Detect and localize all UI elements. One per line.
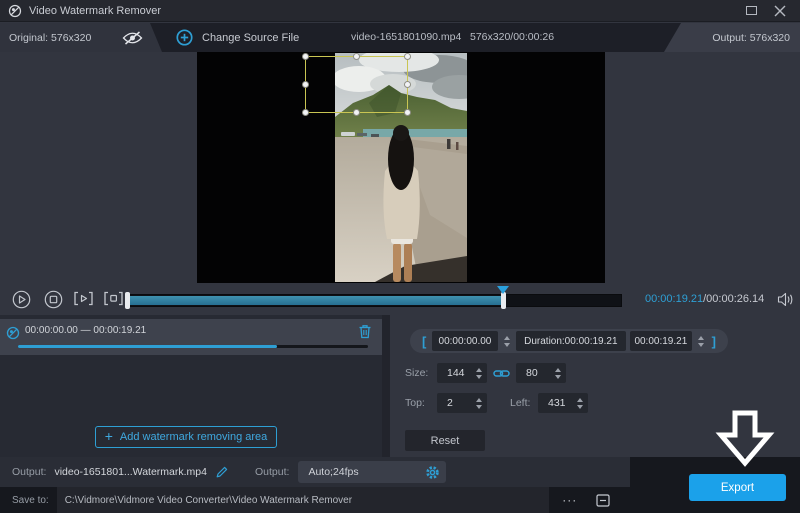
timeline-filled-range <box>127 296 502 305</box>
open-folder-icon[interactable] <box>595 493 611 508</box>
export-button[interactable]: Export <box>689 474 786 501</box>
close-button[interactable] <box>774 5 786 17</box>
selection-handle-top-mid[interactable] <box>353 53 360 60</box>
size-label: Size: <box>405 367 429 379</box>
watermark-selection-box[interactable] <box>302 53 411 116</box>
stop-segment-button[interactable] <box>102 290 124 310</box>
start-time-input[interactable]: 00:00:00.00 <box>432 331 498 351</box>
selection-handle-mid-right[interactable] <box>404 81 411 88</box>
watermark-progress-track <box>18 345 368 348</box>
top-label: Top: <box>405 397 425 409</box>
watermark-edit-panel: [ 00:00:00.00 Duration:00:00:19.21 00:00… <box>390 315 800 457</box>
width-field: 144 <box>437 363 487 383</box>
duration-display: Duration:00:00:19.21 <box>515 331 627 351</box>
width-stepper[interactable] <box>474 367 484 379</box>
format-settings-gear-icon[interactable] <box>425 465 440 480</box>
selection-handle-mid-left[interactable] <box>302 81 309 88</box>
rename-pencil-icon[interactable] <box>215 465 229 479</box>
change-source-label: Change Source File <box>202 31 300 44</box>
panel-divider <box>382 315 390 457</box>
plus-icon: + <box>104 428 113 444</box>
width-input[interactable]: 144 <box>440 367 474 379</box>
selection-handle-top-right[interactable] <box>404 53 411 60</box>
selection-handle-bottom-left[interactable] <box>302 109 309 116</box>
add-watermark-area-button[interactable]: + Add watermark removing area <box>95 426 277 448</box>
window-controls <box>746 5 792 17</box>
output-format-value: Auto;24fps <box>308 466 359 478</box>
volume-icon[interactable] <box>777 292 795 310</box>
watermark-remover-icon <box>6 326 20 345</box>
output-file-row: Output: video-1651801...Watermark.mp4 Ou… <box>0 457 630 487</box>
top-stepper[interactable] <box>474 397 484 409</box>
output-format-select[interactable]: Auto;24fps <box>298 461 447 483</box>
top-input[interactable]: 2 <box>440 397 474 409</box>
height-stepper[interactable] <box>553 367 563 379</box>
output-tab: Output: 576x320 <box>664 23 800 52</box>
output-resolution-label: Output: 576x320 <box>712 31 790 44</box>
watermark-time-range: 00:00:00.00 — 00:00:19.21 <box>25 325 147 336</box>
window-title: Video Watermark Remover <box>29 4 162 17</box>
play-button[interactable] <box>10 290 32 310</box>
footer: Output: video-1651801...Watermark.mp4 Ou… <box>0 410 800 513</box>
hide-preview-eye-icon[interactable] <box>121 30 144 51</box>
selection-handle-top-left[interactable] <box>302 53 309 60</box>
current-time: 00:00:19.21 <box>645 293 704 305</box>
output-filename: video-1651801...Watermark.mp4 <box>54 466 207 478</box>
delete-watermark-icon[interactable] <box>358 324 372 342</box>
left-field: 431 <box>538 393 588 413</box>
total-time: /00:00:26.14 <box>703 293 765 305</box>
timeline-track[interactable] <box>125 286 622 309</box>
height-input[interactable]: 80 <box>519 367 553 379</box>
reset-button[interactable]: Reset <box>405 430 485 451</box>
source-filename: video-1651801090.mp4 <box>351 31 462 43</box>
size-row: Size: 144 80 <box>405 363 800 383</box>
left-stepper[interactable] <box>575 397 585 409</box>
output-file-label: Output: <box>12 466 47 478</box>
app-logo-icon <box>8 4 22 18</box>
original-tab: Original: 576x320 <box>0 23 162 52</box>
selection-handle-bottom-mid[interactable] <box>353 109 360 116</box>
titlebar: Video Watermark Remover <box>0 0 800 22</box>
watermark-progress-fill <box>18 345 277 348</box>
set-start-bracket[interactable]: [ <box>420 334 428 349</box>
save-path-display: C:\Vidmore\Vidmore Video Converter\Video… <box>56 487 549 513</box>
height-field: 80 <box>516 363 566 383</box>
end-time-stepper[interactable] <box>696 335 706 347</box>
stop-button[interactable] <box>42 290 64 310</box>
app-window: Video Watermark Remover Original: 576x32… <box>0 0 800 513</box>
left-input[interactable]: 431 <box>541 397 575 409</box>
source-file-info: 576x320/00:00:26 <box>470 31 555 43</box>
playhead-marker[interactable] <box>497 286 509 294</box>
add-source-icon <box>176 29 193 46</box>
play-segment-button[interactable] <box>72 290 94 310</box>
end-time-input[interactable]: 00:00:19.21 <box>630 331 692 351</box>
browse-more-button[interactable]: ··· <box>557 491 583 509</box>
trim-time-row: [ 00:00:00.00 Duration:00:00:19.21 00:00… <box>410 329 728 353</box>
left-label: Left: <box>510 397 531 409</box>
time-display: 00:00:19.21/00:00:26.14 <box>645 293 764 305</box>
watermark-area-item[interactable]: 00:00:00.00 — 00:00:19.21 <box>0 319 382 355</box>
top-field: 2 <box>437 393 487 413</box>
timeline-end-handle[interactable] <box>501 292 506 309</box>
watermark-list-panel: 00:00:00.00 — 00:00:19.21 + Add watermar… <box>0 315 382 457</box>
start-time-stepper[interactable] <box>502 335 512 347</box>
video-preview-area <box>0 48 800 285</box>
link-dimensions-icon[interactable] <box>493 368 510 379</box>
save-path-row: Save to: C:\Vidmore\Vidmore Video Conver… <box>0 487 630 513</box>
save-to-label: Save to: <box>12 494 49 506</box>
output-format-label: Output: <box>254 466 290 478</box>
add-watermark-area-label: Add watermark removing area <box>119 431 268 443</box>
maximize-button[interactable] <box>746 6 757 15</box>
selection-handle-bottom-right[interactable] <box>404 109 411 116</box>
set-end-bracket[interactable]: ] <box>710 334 718 349</box>
position-row: Top: 2 Left: 431 <box>405 393 800 413</box>
player-bar: 00:00:19.21/00:00:26.14 <box>0 285 800 315</box>
change-source-file-button[interactable]: Change Source File <box>176 23 299 52</box>
timeline-start-handle[interactable] <box>125 292 130 309</box>
original-resolution-label: Original: 576x320 <box>9 31 92 44</box>
topbar: Original: 576x320 Change Source File vid… <box>0 23 800 52</box>
